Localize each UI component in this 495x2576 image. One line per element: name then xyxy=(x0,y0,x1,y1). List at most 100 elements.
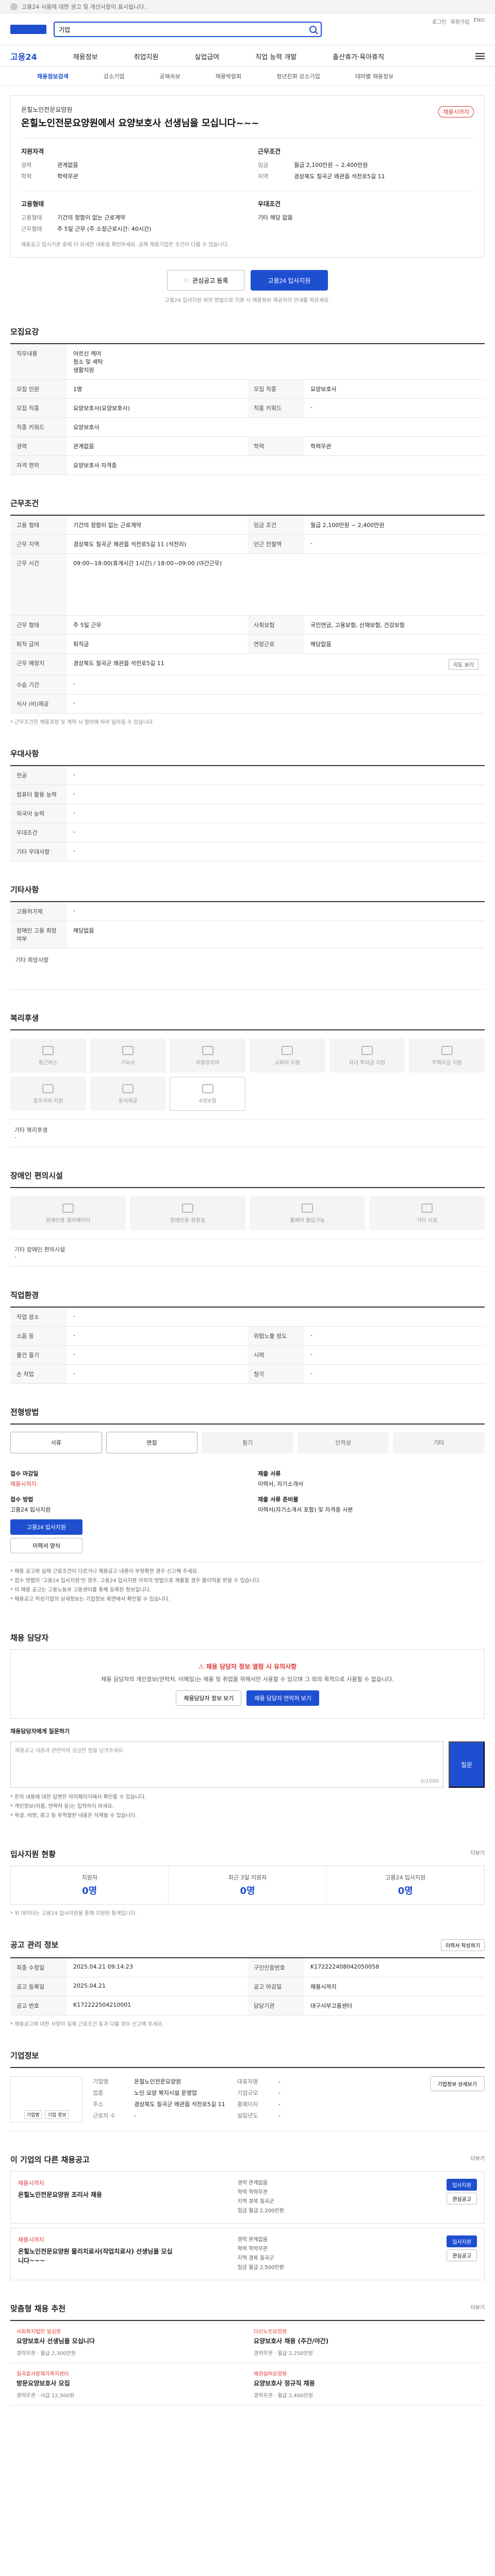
apply-bullet: * 채용 공고와 실제 근로조건이 다르거나 채용공고 내용이 부정확한 경우 … xyxy=(10,1569,199,1575)
cond-key: 지역 xyxy=(258,173,269,180)
cell-key: 전공 xyxy=(10,766,67,786)
period-label: 접수 마감일 xyxy=(10,1470,39,1478)
cell-key: 경력 xyxy=(10,436,67,456)
company-info-chip[interactable]: 기업 정보 xyxy=(45,2110,69,2120)
nav-leave[interactable]: 출산휴가·육아휴직 xyxy=(333,52,384,61)
reco-title[interactable]: 요양보호사 선생님을 모십니다 xyxy=(16,2337,241,2346)
reco-title[interactable]: 요양보호사 채용 (주간/야간) xyxy=(254,2337,478,2346)
apply-button[interactable]: 고용24 입사지원 xyxy=(251,270,328,291)
others-more-link[interactable]: 더보기 xyxy=(470,2154,485,2165)
emp-value: 기간의 정함이 없는 근로계약 xyxy=(57,214,125,222)
company-name[interactable]: 온힐노인전문요양원 xyxy=(21,105,474,114)
nav-support[interactable]: 취업지원 xyxy=(134,52,159,61)
cell-value: K172222408042050058 xyxy=(304,1958,485,1978)
etc-value: 기타 해당 없음 xyxy=(258,214,293,222)
apply-note: 고용24 입사지원 외의 방법으로 지원 시 채용정보 제공자의 안내를 따르세… xyxy=(164,298,331,304)
facility-label: 장애인용 엘리베이터 xyxy=(46,1217,90,1224)
signup-link[interactable]: 회원가입 xyxy=(451,18,470,25)
section-title: 전형방법 xyxy=(10,1408,39,1417)
subtab-theme[interactable]: 테마별 채용정보 xyxy=(355,72,393,80)
reco-title[interactable]: 요양보호사 정규직 채용 xyxy=(254,2379,478,2388)
cell-value: 요양보호사(요양보호사) xyxy=(67,398,248,418)
stat-label: 고용24 입사지원 xyxy=(385,1874,426,1882)
stat-value: 0명 xyxy=(82,1886,97,1897)
stats-note: * 위 데이터는 고용24 입사지원을 통해 지원한 통계입니다. xyxy=(10,1911,137,1917)
login-link[interactable]: 로그인 xyxy=(432,18,447,25)
subtab-fair[interactable]: 채용박람회 xyxy=(216,72,242,80)
view-phone-button[interactable]: 채용 담당자 연락처 보기 xyxy=(246,1690,319,1706)
posting-apply-button[interactable]: 입사지원 xyxy=(447,2179,477,2191)
nav-training[interactable]: 직업 능력 개발 xyxy=(255,52,296,61)
posting-card[interactable]: 채용시까지 온힐노인전문요양원 조리사 채용 경력 관계없음 학력 학력무관 지역 경… xyxy=(10,2171,485,2224)
qna-submit-button[interactable]: 질문 xyxy=(449,1741,485,1788)
posting-title[interactable]: 온힐노인전문요양원 물리치료사(작업치료사) 선생님을 모십니다~~~ xyxy=(18,2247,173,2265)
language-link[interactable]: ENG xyxy=(473,18,485,25)
cell-key: 연장근로 xyxy=(248,634,304,654)
cell-key: 근무 예정지 xyxy=(10,653,67,676)
emp-key: 근무형태 xyxy=(21,226,42,233)
nav-unemployment[interactable]: 실업급여 xyxy=(194,52,219,61)
cell-value: 요양보호사 xyxy=(304,379,485,399)
cell-key: 모집 직종 xyxy=(248,379,304,399)
reco-company: 칠곡효사랑재가복지센터 xyxy=(16,2371,69,2378)
posting-meta: 경력 관계없음 xyxy=(237,2180,268,2187)
cell-key: 직무내용 xyxy=(10,344,67,380)
posting-card[interactable]: 채용시까지 온힐노인전문요양원 물리치료사(작업치료사) 선생님을 모십니다~~~… xyxy=(10,2228,485,2281)
co-value: - xyxy=(278,2101,280,2108)
emp-value: 주 5일 근무 (주 소정근로시간: 40시간) xyxy=(57,226,152,233)
method-etc: 기타 xyxy=(393,1432,485,1454)
subtab-youth[interactable]: 청년친화 강소기업 xyxy=(276,72,320,80)
car-icon xyxy=(202,1045,213,1055)
reco-item[interactable]: 왜관실버요양원 요양보호사 정규직 채용 경력무관 · 월급 2,400만원 xyxy=(248,2363,485,2406)
stats-more-link[interactable]: 더보기 xyxy=(470,1849,485,1859)
star-icon: ☆ xyxy=(183,276,190,284)
reco-item[interactable]: 다산노인요양원 요양보호사 채용 (주간/야간) 경력무관 · 월급 2,250만원 xyxy=(248,2321,485,2364)
brand-name[interactable]: 고용24 xyxy=(10,50,37,62)
posting-meta: 지역 경북 칠곡군 xyxy=(237,2256,274,2262)
cell-key: 우대조건 xyxy=(10,823,67,843)
reco-more-link[interactable]: 더보기 xyxy=(470,2303,485,2314)
contact-section: 채용 담당자 ⚠ 채용 담당자 정보 열람 시 유의사항 채용 담당자의 개인정… xyxy=(10,1632,485,1826)
posting-scrap-button[interactable]: 관심공고 xyxy=(447,2249,477,2262)
welfare-label: 4대보험 xyxy=(199,1098,217,1104)
cell-key: 학력 xyxy=(248,436,304,456)
reco-item[interactable]: 칠곡효사랑재가복지센터 방문요양보호사 모집 경력무관 · 시급 12,500원 xyxy=(10,2363,248,2406)
posting-meta: 경력 관계없음 xyxy=(237,2237,268,2243)
reco-meta: 경력무관 · 월급 2,400만원 xyxy=(254,2393,313,2399)
emp-title: 고용형태 xyxy=(21,200,44,208)
facility-item: 장애인용 화장실 xyxy=(130,1196,245,1231)
company-name-chip[interactable]: 기업명 xyxy=(24,2110,42,2120)
co-key: 설립년도 xyxy=(237,2112,258,2120)
posting-scrap-button[interactable]: 관심공고 xyxy=(447,2193,477,2205)
search-input[interactable] xyxy=(59,26,309,33)
reco-item[interactable]: 사회복지법인 일심원 요양보호사 선생님을 모십니다 경력무관 · 월급 2,300… xyxy=(10,2321,248,2364)
nav-jobs[interactable]: 채용정보 xyxy=(73,52,98,61)
company-detail-button[interactable]: 기업정보 상세보기 xyxy=(430,2076,485,2092)
site-logo[interactable] xyxy=(10,25,46,34)
write-resume-button[interactable]: 이력서 작성하기 xyxy=(440,1939,485,1952)
qna-textarea[interactable]: 채용공고 내용과 관련하여 궁금한 점을 남겨주세요. 0/1000 xyxy=(10,1741,443,1788)
subtab-search[interactable]: 채용정보검색 xyxy=(37,72,69,80)
welfare-item: 자녀 학자금 지원 xyxy=(329,1039,405,1073)
apply-bullet: * 채용공고 작성기업의 상세정보는 기업정보 화면에서 확인할 수 있습니다. xyxy=(10,1597,170,1603)
recruit-section: 모집요강 직무내용 어르신 케어 청소 및 세탁 생활지원 모집 인원 1명 모집 직종… xyxy=(10,326,485,476)
posting-apply-button[interactable]: 입사지원 xyxy=(447,2235,477,2248)
apply-online-button[interactable]: 고용24 입사지원 xyxy=(10,1519,82,1535)
top-notice-bar: 고용24 사용에 대한 권고 및 개선사항이 표시됩니다. xyxy=(0,0,495,13)
view-contact-button[interactable]: 채용담당자 정보 보기 xyxy=(176,1690,242,1706)
menu-icon[interactable] xyxy=(475,53,485,59)
qual-key: 학력 xyxy=(21,173,32,180)
cell-value: 주 5일 근무 xyxy=(67,615,248,635)
subtab-public[interactable]: 공채속보 xyxy=(159,72,180,80)
welfare-section: 복리후생 통근버스 기숙사 차량유지비 교육비 지원 자녀 학자금 지원 주택자… xyxy=(10,1012,485,1148)
search-icon[interactable] xyxy=(309,26,317,33)
map-button[interactable]: 지도 보기 xyxy=(449,659,478,670)
reco-title[interactable]: 방문요양보호사 모집 xyxy=(16,2379,241,2388)
posting-title[interactable]: 온힐노인전문요양원 조리사 채용 xyxy=(18,2190,173,2199)
scrap-button[interactable]: ☆ 관심공고 등록 xyxy=(167,270,244,291)
qna-title: 채용담당자에게 질문하기 xyxy=(10,1728,70,1735)
co-value: - xyxy=(134,2112,136,2120)
subtab-strong-sme[interactable]: 강소기업 xyxy=(104,72,124,80)
resume-form-button[interactable]: 이력서 양식 xyxy=(10,1538,82,1554)
cell-value: 채용시까지 xyxy=(304,1977,485,1997)
